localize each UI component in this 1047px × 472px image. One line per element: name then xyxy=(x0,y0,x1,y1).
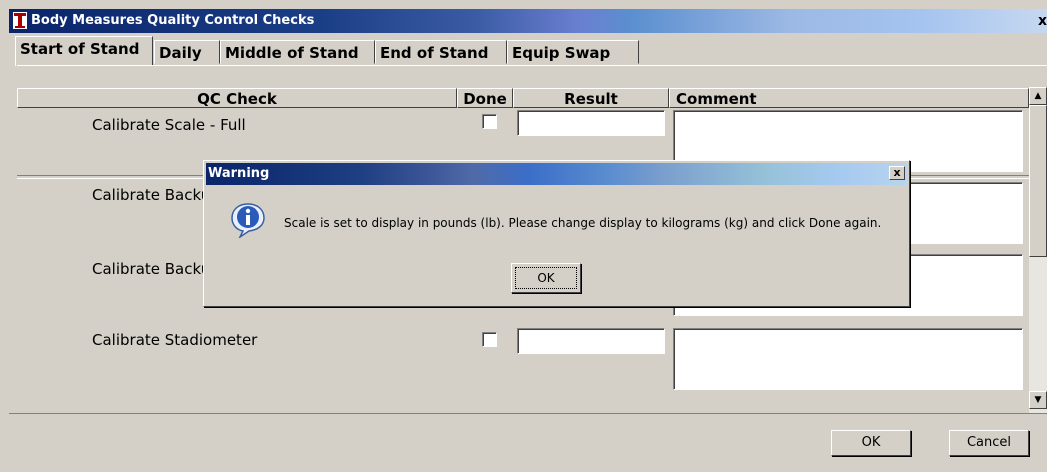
row-label-calibrate-scale: Calibrate Scale - Full xyxy=(92,116,246,134)
tab-start-of-stand[interactable]: Start of Stand xyxy=(15,36,153,66)
scroll-down-arrow-icon[interactable]: ▼ xyxy=(1029,391,1047,409)
tab-equip-swap[interactable]: Equip Swap xyxy=(507,40,639,64)
result-field[interactable] xyxy=(517,110,665,136)
vertical-scrollbar[interactable]: ▲ ▼ xyxy=(1029,87,1047,413)
warning-dialog: Warning x Scale is set to display in pou… xyxy=(203,160,910,307)
row-label-calibrate-stadiometer: Calibrate Stadiometer xyxy=(92,331,258,349)
ok-button[interactable]: OK xyxy=(831,430,911,456)
tab-end-of-stand[interactable]: End of Stand xyxy=(375,40,507,64)
header-done[interactable]: Done xyxy=(457,88,513,108)
cancel-button[interactable]: Cancel xyxy=(949,430,1029,456)
header-qc-check[interactable]: QC Check xyxy=(17,88,457,108)
done-checkbox[interactable] xyxy=(482,114,497,129)
app-icon xyxy=(13,12,27,29)
title-bar: Body Measures Quality Control Checks x xyxy=(9,9,1047,33)
window-close-button[interactable]: x xyxy=(1038,13,1047,29)
header-comment[interactable]: Comment xyxy=(669,88,1029,108)
done-checkbox[interactable] xyxy=(482,332,497,347)
dialog-ok-button[interactable]: OK xyxy=(511,263,581,293)
tab-daily[interactable]: Daily xyxy=(154,40,220,64)
comment-field[interactable] xyxy=(673,328,1023,390)
result-field[interactable] xyxy=(517,328,665,354)
info-icon xyxy=(231,203,265,238)
header-result[interactable]: Result xyxy=(513,88,669,108)
dialog-close-button[interactable]: x xyxy=(889,166,905,180)
tab-strip: Start of Stand Daily Middle of Stand End… xyxy=(9,35,1047,66)
dialog-message: Scale is set to display in pounds (lb). … xyxy=(284,216,882,230)
scroll-thumb[interactable] xyxy=(1029,105,1047,257)
row-label-calibrate-backup-1: Calibrate Backu xyxy=(92,186,211,204)
dialog-title: Warning xyxy=(208,166,270,181)
footer-bar: OK Cancel xyxy=(9,413,1047,472)
tab-middle-of-stand[interactable]: Middle of Stand xyxy=(220,40,375,64)
dialog-title-bar: Warning x xyxy=(206,163,907,185)
scroll-up-arrow-icon[interactable]: ▲ xyxy=(1029,87,1047,105)
row-label-calibrate-backup-2: Calibrate Backu xyxy=(92,260,211,278)
window-title: Body Measures Quality Control Checks xyxy=(31,13,315,28)
